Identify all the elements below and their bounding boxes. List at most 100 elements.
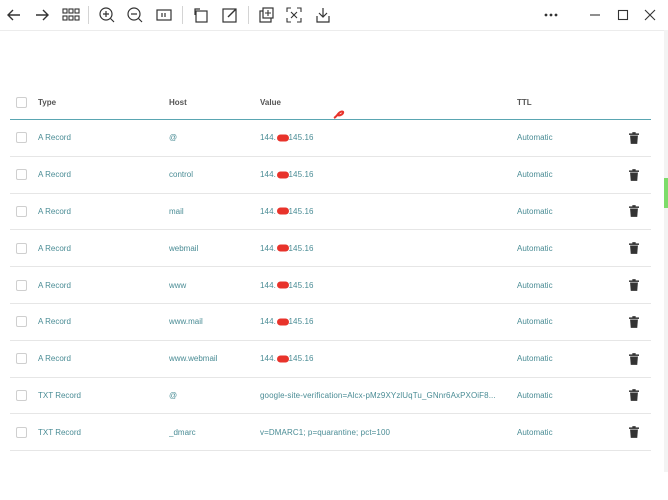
delete-button[interactable] bbox=[627, 341, 641, 377]
redaction-mark bbox=[277, 318, 289, 326]
delete-button[interactable] bbox=[627, 157, 641, 193]
fit-page-icon[interactable] bbox=[152, 3, 176, 27]
dns-records-table: Type Host Value TTL A Record @ 144. .145… bbox=[10, 85, 651, 452]
download-icon[interactable] bbox=[311, 3, 335, 27]
record-type: A Record bbox=[38, 317, 71, 327]
header-value[interactable]: Value bbox=[260, 85, 502, 119]
table-row[interactable]: A Record @ 144. .145.16 Automatic bbox=[10, 120, 651, 157]
table-row[interactable]: A Record www.webmail 144. .145.16 Automa… bbox=[10, 341, 651, 378]
edit-icon[interactable] bbox=[218, 3, 242, 27]
table-row[interactable]: A Record www.mail 144. .145.16 Automatic bbox=[10, 304, 651, 341]
grid-icon[interactable] bbox=[59, 3, 83, 27]
table-row[interactable]: A Record www 144. .145.16 Automatic bbox=[10, 267, 651, 304]
delete-button[interactable] bbox=[627, 194, 641, 230]
trash-icon bbox=[629, 426, 639, 439]
delete-button[interactable] bbox=[627, 120, 641, 156]
record-type: A Record bbox=[38, 243, 71, 253]
row-checkbox[interactable] bbox=[16, 267, 28, 303]
record-ttl: Automatic bbox=[517, 133, 553, 143]
close-icon[interactable] bbox=[638, 3, 662, 27]
record-host: www bbox=[169, 280, 187, 290]
record-ttl: Automatic bbox=[517, 170, 553, 180]
back-icon[interactable] bbox=[2, 3, 26, 27]
redaction-mark bbox=[277, 281, 289, 289]
table-row[interactable]: TXT Record @ google-site-verification=Al… bbox=[10, 378, 651, 415]
fullscreen-icon[interactable] bbox=[282, 3, 306, 27]
record-host: webmail bbox=[169, 243, 199, 253]
header-type[interactable]: Type bbox=[38, 85, 158, 119]
zoom-in-icon[interactable] bbox=[95, 3, 119, 27]
record-type: A Record bbox=[38, 133, 71, 143]
record-type: A Record bbox=[38, 206, 71, 216]
trash-icon bbox=[629, 205, 639, 218]
redaction-mark bbox=[277, 207, 289, 215]
table-row[interactable]: A Record mail 144. .145.16 Automatic bbox=[10, 194, 651, 231]
row-checkbox[interactable] bbox=[16, 194, 28, 230]
delete-button[interactable] bbox=[627, 414, 641, 450]
row-checkbox[interactable] bbox=[16, 414, 28, 450]
toolbar-separator bbox=[248, 6, 249, 24]
record-value: google-site-verification=Alcx-pMz9XYzlUq… bbox=[260, 378, 502, 414]
side-indicator bbox=[664, 178, 668, 208]
record-host: _dmarc bbox=[169, 427, 196, 437]
maximize-icon[interactable] bbox=[611, 3, 635, 27]
record-value-text: google-site-verification=Alcx-pMz9XYzlUq… bbox=[260, 390, 496, 400]
record-type: A Record bbox=[38, 354, 71, 364]
trash-icon bbox=[629, 279, 639, 291]
record-value: 144. .145.16 bbox=[260, 194, 502, 230]
forward-icon[interactable] bbox=[30, 3, 54, 27]
toolbar-separator bbox=[88, 6, 89, 24]
delete-button[interactable] bbox=[627, 230, 641, 266]
record-value: 144. .145.16 bbox=[260, 267, 502, 303]
row-checkbox[interactable] bbox=[16, 378, 28, 414]
trash-icon bbox=[629, 316, 639, 328]
redaction-mark bbox=[277, 134, 289, 142]
record-value: v=DMARC1; p=quarantine; pct=100 bbox=[260, 414, 502, 450]
delete-button[interactable] bbox=[627, 267, 641, 303]
minimize-icon[interactable] bbox=[583, 3, 607, 27]
header-ttl[interactable]: TTL bbox=[517, 85, 597, 119]
delete-button[interactable] bbox=[627, 304, 641, 340]
row-checkbox[interactable] bbox=[16, 341, 28, 377]
trash-icon bbox=[629, 352, 639, 365]
row-checkbox[interactable] bbox=[16, 230, 28, 266]
record-host: www.mail bbox=[169, 317, 203, 327]
row-checkbox[interactable] bbox=[16, 157, 28, 193]
select-all-checkbox[interactable] bbox=[16, 85, 28, 119]
record-type: TXT Record bbox=[38, 427, 81, 437]
trash-icon bbox=[629, 389, 639, 402]
more-icon[interactable] bbox=[539, 3, 563, 27]
redaction-mark bbox=[277, 355, 289, 363]
delete-button[interactable] bbox=[627, 378, 641, 414]
redaction-mark bbox=[277, 171, 289, 179]
record-ttl: Automatic bbox=[517, 280, 553, 290]
record-type: A Record bbox=[38, 170, 71, 180]
trash-icon bbox=[629, 168, 639, 181]
record-host: @ bbox=[169, 390, 178, 400]
rotate-icon[interactable] bbox=[189, 3, 213, 27]
record-value: 144. .145.16 bbox=[260, 120, 502, 156]
table-header: Type Host Value TTL bbox=[10, 85, 651, 120]
record-ttl: Automatic bbox=[517, 317, 553, 327]
record-ttl: Automatic bbox=[517, 206, 553, 216]
redaction-mark bbox=[277, 244, 289, 252]
record-host: @ bbox=[169, 133, 178, 143]
viewer-toolbar bbox=[0, 0, 668, 30]
record-value: 144. .145.16 bbox=[260, 304, 502, 340]
record-type: A Record bbox=[38, 280, 71, 290]
table-row[interactable]: TXT Record _dmarc v=DMARC1; p=quarantine… bbox=[10, 414, 651, 452]
record-value: 144. .145.16 bbox=[260, 341, 502, 377]
record-value: 144. .145.16 bbox=[260, 230, 502, 266]
zoom-out-icon[interactable] bbox=[123, 3, 147, 27]
record-host: mail bbox=[169, 206, 184, 216]
record-host: control bbox=[169, 170, 194, 180]
record-type: TXT Record bbox=[38, 390, 81, 400]
record-ttl: Automatic bbox=[517, 354, 553, 364]
table-row[interactable]: A Record control 144. .145.16 Automatic bbox=[10, 157, 651, 194]
window-edge bbox=[664, 30, 668, 472]
table-row[interactable]: A Record webmail 144. .145.16 Automatic bbox=[10, 230, 651, 268]
row-checkbox[interactable] bbox=[16, 120, 28, 156]
row-checkbox[interactable] bbox=[16, 304, 28, 340]
add-icon[interactable] bbox=[254, 3, 278, 27]
header-host[interactable]: Host bbox=[169, 85, 249, 119]
